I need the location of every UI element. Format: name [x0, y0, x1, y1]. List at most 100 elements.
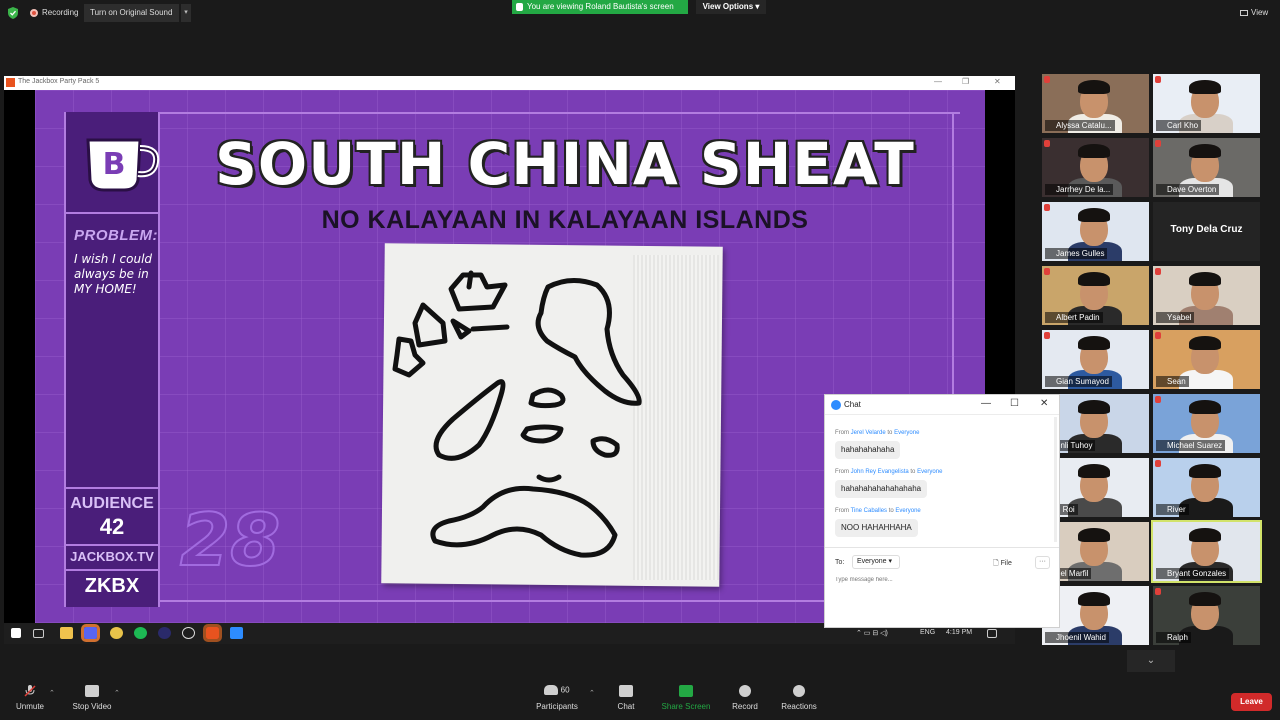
audience-count: 42: [99, 514, 125, 539]
jackbox-site: JACKBOX.TV: [70, 549, 154, 564]
chat-scrollbar[interactable]: [1054, 417, 1057, 542]
view-options-label: View Options: [702, 2, 754, 11]
chevron-down-icon[interactable]: ⌄: [1127, 650, 1175, 672]
chevron-down-icon[interactable]: ▾: [180, 4, 191, 22]
chevron-up-icon[interactable]: ⌃: [114, 689, 120, 697]
maximize-icon[interactable]: ☐: [1010, 398, 1019, 409]
language-indicator[interactable]: ENG: [920, 629, 935, 636]
zoom-icon[interactable]: [230, 627, 243, 639]
chat-message-bubble[interactable]: hahahahahahahahaha: [835, 480, 928, 498]
record-icon: [739, 685, 751, 697]
chevron-up-icon[interactable]: ⌃: [589, 689, 595, 697]
participant-tile[interactable]: Carl Kho: [1153, 74, 1260, 133]
chat-icon: [619, 685, 633, 697]
participant-hair: [1078, 80, 1110, 94]
participant-tile[interactable]: Michael Suarez: [1153, 394, 1260, 453]
jackbox-icon[interactable]: [203, 624, 222, 642]
chat-to-word: to: [887, 430, 893, 436]
chat-from-prefix: From: [835, 508, 849, 514]
leave-button[interactable]: Leave: [1231, 693, 1272, 711]
chevron-up-icon[interactable]: ⌃: [49, 689, 55, 697]
chat-header: Chat — ☐ ✕: [825, 395, 1059, 415]
stop-video-button[interactable]: Stop Video: [68, 685, 116, 711]
unmute-button[interactable]: Unmute: [14, 685, 46, 711]
chat-recipient[interactable]: Everyone: [917, 469, 942, 475]
participant-name: River: [1156, 504, 1189, 515]
participant-tile[interactable]: Sean: [1153, 330, 1260, 389]
windows-start-icon[interactable]: [11, 628, 21, 638]
participant-tile[interactable]: Ysabel: [1153, 266, 1260, 325]
close-icon[interactable]: ✕: [1040, 398, 1048, 409]
participant-tile[interactable]: Gian Sumayod: [1042, 330, 1149, 389]
game-title: SOUTH CHINA SHEAT: [215, 130, 915, 198]
discord-icon[interactable]: [81, 624, 100, 642]
room-code: ZKBX: [84, 575, 140, 597]
participant-hair: [1189, 272, 1221, 286]
muted-microphone-icon: [1155, 268, 1161, 275]
participant-tile[interactable]: Albert Padin: [1042, 266, 1149, 325]
participant-tile[interactable]: Ralph: [1153, 586, 1260, 645]
minimize-icon[interactable]: —: [981, 398, 991, 409]
view-options-button[interactable]: View Options ▾: [696, 0, 766, 14]
muted-microphone-icon: [1155, 588, 1161, 595]
muted-microphone-icon: [1155, 460, 1161, 467]
chat-message-sender: From Jerel Velarde to Everyone: [835, 430, 919, 436]
record-button[interactable]: Record: [729, 685, 761, 711]
participant-name: Carl Kho: [1156, 120, 1202, 131]
muted-microphone-icon: [1155, 396, 1161, 403]
chat-message-input[interactable]: [835, 577, 1035, 583]
participant-name: Ralph: [1156, 632, 1191, 643]
participant-hair: [1189, 144, 1221, 158]
tray-icons[interactable]: ⌃ ▭ ⊟ ◁): [856, 629, 888, 637]
chrome-icon[interactable]: [110, 627, 123, 639]
chat-message-bubble[interactable]: hahahahahaha: [835, 441, 901, 459]
chat-message-bubble[interactable]: NOO HAHAHHAHA: [835, 519, 918, 537]
chat-title: Chat: [844, 400, 861, 409]
participant-tile[interactable]: River: [1153, 458, 1260, 517]
participant-hair: [1078, 400, 1110, 414]
chat-recipient[interactable]: Everyone: [895, 508, 920, 514]
participant-name: Bryant Gonzales: [1156, 568, 1230, 579]
chat-button[interactable]: Chat: [611, 685, 641, 711]
participant-tile[interactable]: Jarrhey De la...: [1042, 138, 1149, 197]
spotify-icon[interactable]: [134, 627, 147, 639]
original-sound-button[interactable]: Turn on Original Sound: [84, 4, 179, 22]
audience-label: AUDIENCE: [70, 495, 154, 512]
participant-name: Gian Sumayod: [1045, 376, 1112, 387]
share-screen-button[interactable]: Share Screen: [660, 685, 712, 711]
chat-recipient[interactable]: Everyone: [894, 430, 919, 436]
view-button[interactable]: View: [1240, 8, 1268, 17]
screen-share-icon: [516, 3, 523, 11]
divider: [66, 544, 158, 546]
participant-hair: [1189, 400, 1221, 414]
participants-button[interactable]: 60 Participants: [533, 685, 581, 711]
app-icon[interactable]: [158, 627, 171, 639]
participant-hair: [1078, 208, 1110, 222]
reactions-button[interactable]: Reactions: [779, 685, 819, 711]
recipient-select[interactable]: Everyone ▾: [852, 555, 900, 569]
app-icon[interactable]: [182, 627, 195, 639]
chat-sender[interactable]: Tine Caballes: [851, 508, 887, 514]
task-view-icon[interactable]: [33, 629, 44, 638]
participant-hair: [1078, 528, 1110, 542]
participant-hair: [1189, 464, 1221, 478]
participant-name: Jhoenil Wahid: [1045, 632, 1109, 643]
share-screen-label: Share Screen: [661, 702, 711, 711]
video-camera-icon: [85, 685, 99, 697]
chat-sender[interactable]: John Rey Evangelista: [851, 469, 909, 475]
notification-icon[interactable]: [987, 629, 997, 638]
more-icon[interactable]: ···: [1035, 556, 1050, 569]
clock[interactable]: 4:19 PM: [946, 629, 972, 636]
chat-sender[interactable]: Jerel Velarde: [851, 430, 886, 436]
frame-line: [65, 112, 960, 114]
participant-tile[interactable]: James Gulles: [1042, 202, 1149, 261]
file-button[interactable]: 🗋 File: [993, 559, 1012, 570]
participant-name: Michael Suarez: [1156, 440, 1226, 451]
participant-tile[interactable]: Dave Overton: [1153, 138, 1260, 197]
problem-label: PROBLEM:: [74, 227, 158, 244]
folder-icon[interactable]: [60, 627, 73, 639]
security-shield-icon[interactable]: [7, 7, 19, 19]
participant-tile[interactable]: Alyssa Catalu...: [1042, 74, 1149, 133]
participant-tile[interactable]: Bryant Gonzales: [1151, 520, 1262, 583]
participant-tile[interactable]: Tony Dela Cruz: [1153, 202, 1260, 261]
